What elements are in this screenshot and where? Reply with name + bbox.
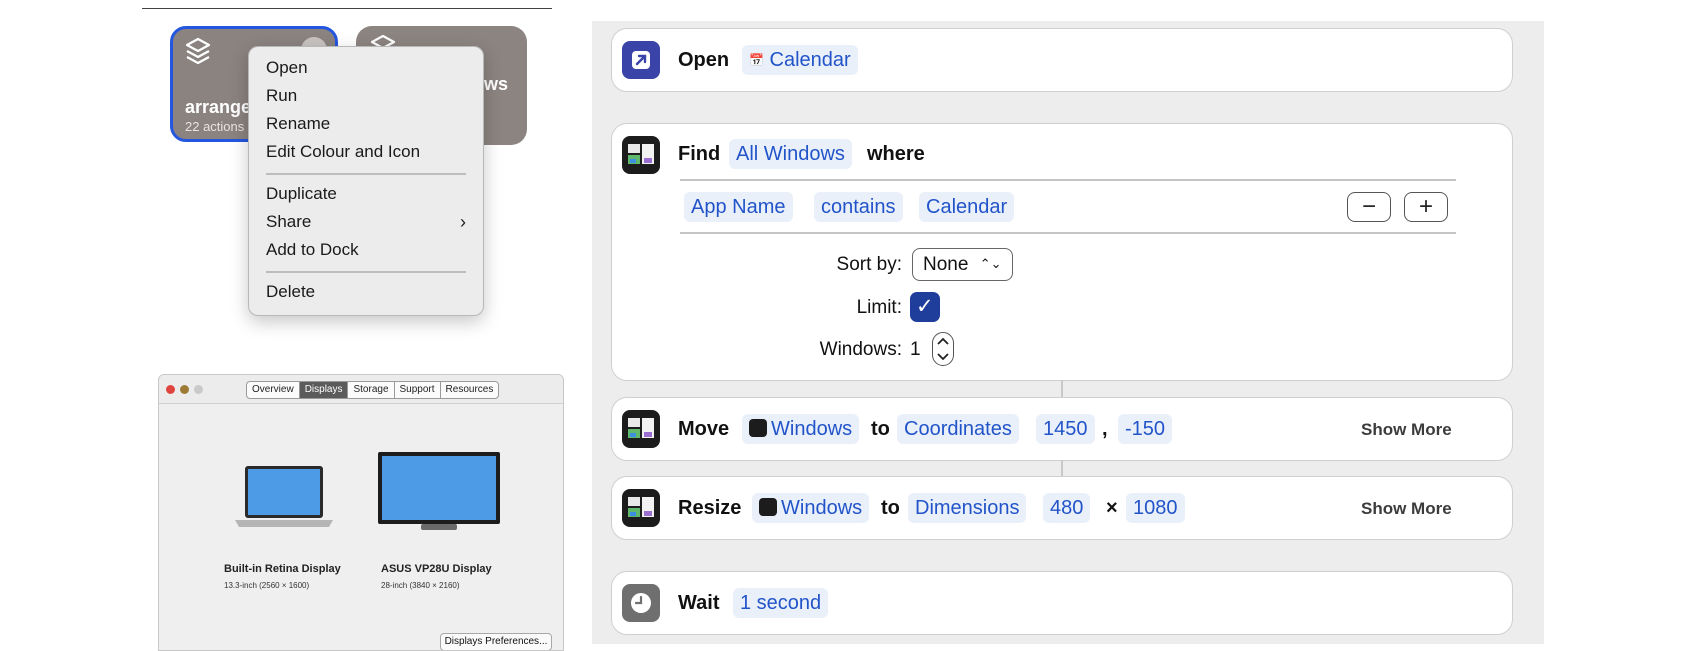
- x-coordinate-token[interactable]: 1450: [1036, 414, 1095, 444]
- filter-divider: [680, 232, 1456, 234]
- window-manager-icon: [622, 136, 660, 174]
- show-more-button[interactable]: Show More: [1361, 495, 1452, 523]
- tab-storage[interactable]: Storage: [348, 382, 395, 398]
- about-this-mac-window: Overview Displays Storage Support Resour…: [158, 374, 564, 651]
- close-window-icon[interactable]: [166, 385, 175, 394]
- comma-label: ,: [1102, 418, 1108, 440]
- tile-title: arrange: [185, 97, 252, 117]
- action-resize-windows[interactable]: Resize Windows to Dimensions 480 × 1080 …: [611, 476, 1513, 540]
- shortcut-editor: Open 📅 Calendar Find All Windows where A…: [592, 21, 1544, 644]
- shortcuts-icon: [185, 37, 211, 71]
- action-find-windows[interactable]: Find All Windows where App Name contains…: [611, 123, 1513, 381]
- width-token[interactable]: 480: [1043, 493, 1091, 523]
- y-coordinate-token[interactable]: -150: [1118, 414, 1173, 444]
- filter-field-token[interactable]: App Name: [684, 192, 793, 222]
- app-token[interactable]: 📅 Calendar: [742, 45, 858, 75]
- windows-variable-label: Windows: [771, 418, 853, 440]
- filter-divider: [680, 179, 1456, 181]
- action-connector: [1061, 379, 1063, 397]
- action-open-app[interactable]: Open 📅 Calendar: [611, 28, 1513, 92]
- chevron-right-icon: ›: [460, 212, 466, 232]
- sort-by-label: Sort by:: [836, 254, 902, 275]
- display-spec: 28-inch (3840 × 2160): [381, 581, 460, 590]
- dimensions-token[interactable]: Dimensions: [908, 493, 1027, 523]
- menu-separator: [266, 271, 466, 273]
- displays-preferences-button[interactable]: Displays Preferences...: [440, 633, 552, 650]
- menu-item-open[interactable]: Open: [266, 57, 308, 79]
- tab-displays[interactable]: Displays: [299, 382, 349, 398]
- menu-item-share[interactable]: Share ›: [266, 211, 466, 233]
- coordinates-token[interactable]: Coordinates: [897, 414, 1019, 444]
- divider-line: [142, 8, 552, 9]
- sort-by-value: None: [923, 254, 969, 275]
- windows-count-value: 1: [910, 339, 921, 360]
- all-windows-token[interactable]: All Windows: [729, 139, 852, 169]
- window-titlebar: Overview Displays Storage Support Resour…: [159, 375, 563, 404]
- tile-title-fragment: ws: [484, 74, 509, 94]
- zoom-window-icon[interactable]: [194, 385, 203, 394]
- menu-item-share-label: Share: [266, 212, 312, 231]
- windows-variable-label: Windows: [781, 497, 863, 519]
- menu-item-rename[interactable]: Rename: [266, 113, 330, 135]
- action-verb: Open: [678, 49, 730, 71]
- window-variable-icon: [759, 498, 777, 516]
- sort-by-select[interactable]: None ⌃⌄: [912, 248, 1013, 281]
- to-label: to: [871, 418, 890, 440]
- height-token[interactable]: 1080: [1126, 493, 1185, 523]
- filter-value-token[interactable]: Calendar: [919, 192, 1015, 222]
- calendar-icon: 📅: [749, 53, 764, 67]
- menu-item-add-to-dock[interactable]: Add to Dock: [266, 239, 359, 261]
- window-variable-icon: [749, 419, 767, 437]
- display-name: Built-in Retina Display: [224, 563, 341, 575]
- clock-icon: [622, 584, 660, 622]
- external-monitor-icon: [377, 451, 501, 538]
- action-verb: Resize: [678, 497, 742, 519]
- to-label: to: [881, 497, 900, 519]
- select-arrows-icon: ⌃⌄: [979, 256, 1002, 271]
- action-move-windows[interactable]: Move Windows to Coordinates 1450 , -150 …: [611, 397, 1513, 461]
- where-label: where: [867, 143, 925, 165]
- tab-support[interactable]: Support: [395, 382, 441, 398]
- display-spec: 13.3-inch (2560 × 1600): [224, 581, 310, 590]
- tab-overview[interactable]: Overview: [247, 382, 300, 398]
- display-name: ASUS VP28U Display: [381, 563, 492, 575]
- windows-count-stepper[interactable]: [932, 332, 954, 366]
- add-filter-button[interactable]: +: [1404, 192, 1448, 222]
- action-verb: Wait: [678, 592, 720, 614]
- windows-variable-token[interactable]: Windows: [752, 493, 870, 523]
- windows-count-label: Windows:: [819, 339, 902, 360]
- menu-separator: [266, 173, 466, 175]
- tab-bar: Overview Displays Storage Support Resour…: [246, 381, 500, 399]
- menu-item-delete[interactable]: Delete: [266, 281, 315, 303]
- tab-resources[interactable]: Resources: [441, 382, 499, 398]
- windows-variable-token[interactable]: Windows: [742, 414, 860, 444]
- filter-operator-token[interactable]: contains: [814, 192, 903, 222]
- laptop-display-icon: [233, 465, 335, 534]
- action-wait[interactable]: Wait 1 second: [611, 571, 1513, 635]
- app-token-label: Calendar: [769, 49, 851, 71]
- action-verb: Find: [678, 143, 721, 165]
- duration-token[interactable]: 1 second: [733, 588, 829, 618]
- show-more-button[interactable]: Show More: [1361, 416, 1452, 444]
- window-manager-icon: [622, 489, 660, 527]
- tile-subtitle: 22 actions: [185, 119, 245, 134]
- checkmark-icon: ✓: [916, 295, 934, 318]
- context-menu: Open Run Rename Edit Colour and Icon Dup…: [248, 46, 484, 316]
- action-verb: Move: [678, 418, 730, 440]
- window-manager-icon: [622, 410, 660, 448]
- times-label: ×: [1106, 497, 1118, 519]
- limit-checkbox[interactable]: ✓: [910, 292, 940, 322]
- remove-filter-button[interactable]: −: [1347, 192, 1391, 222]
- action-connector: [1061, 459, 1063, 477]
- menu-item-run[interactable]: Run: [266, 85, 297, 107]
- menu-item-duplicate[interactable]: Duplicate: [266, 183, 337, 205]
- menu-item-edit-colour-icon[interactable]: Edit Colour and Icon: [266, 141, 420, 163]
- limit-label: Limit:: [856, 297, 902, 318]
- open-app-icon: [622, 41, 660, 79]
- minimize-window-icon[interactable]: [180, 385, 189, 394]
